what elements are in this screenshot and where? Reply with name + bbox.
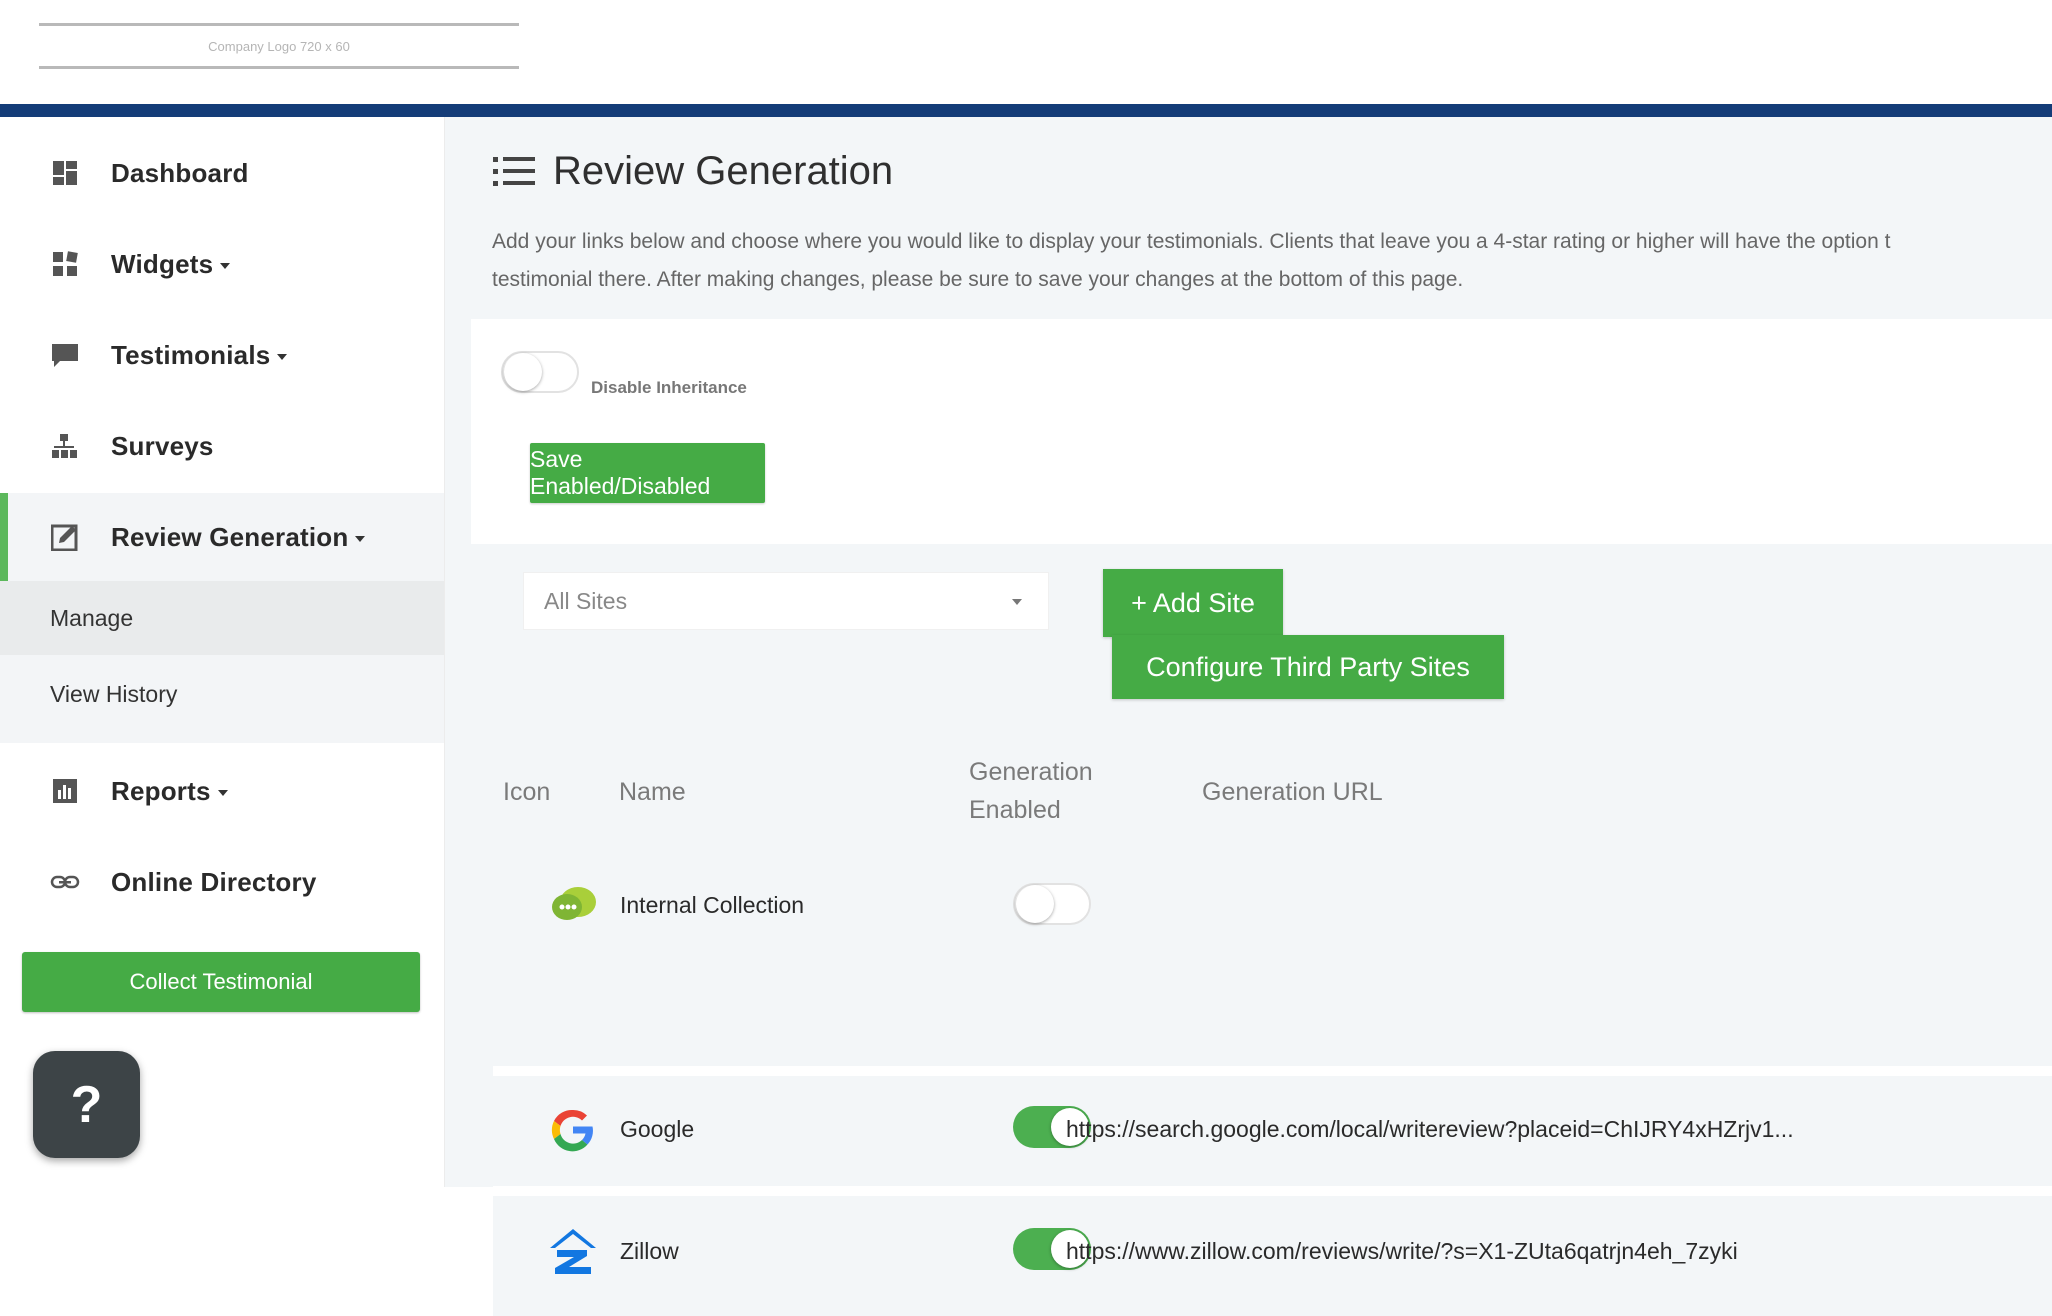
caret-down-icon — [217, 789, 228, 796]
sidebar-item-online-directory[interactable]: Online Directory — [0, 838, 444, 926]
submenu-item-manage[interactable]: Manage — [0, 581, 444, 655]
logo-placeholder-text: Company Logo 720 x 60 — [208, 38, 350, 54]
main-content: Review Generation Add your links below a… — [445, 117, 2052, 1316]
sidebar-item-label: Online Directory — [111, 866, 317, 897]
sidebar-item-label-text: Reports — [111, 775, 211, 806]
sitemap-icon — [50, 431, 80, 461]
zillow-logo-icon — [550, 1229, 596, 1274]
table-row: Zillow https://www.zillow.com/reviews/wr… — [493, 1196, 2052, 1316]
sidebar-item-reports[interactable]: Reports — [0, 747, 444, 835]
page-description: Add your links below and choose where yo… — [492, 223, 2052, 299]
site-filter-select[interactable]: All Sites — [523, 572, 1049, 630]
review-generation-submenu: Manage View History — [0, 581, 444, 743]
help-button[interactable]: ? — [33, 1051, 140, 1158]
site-name: Google — [620, 1116, 695, 1142]
page-title: Review Generation — [553, 149, 894, 193]
description-line-1: Add your links below and choose where yo… — [492, 230, 1891, 253]
toggle-knob — [504, 353, 542, 391]
add-site-button[interactable]: + Add Site — [1103, 569, 1283, 637]
page-header: Review Generation — [493, 149, 893, 194]
table-row: Google https://search.google.com/local/w… — [493, 1076, 2052, 1186]
header-line-1: Generation — [969, 758, 1093, 786]
sidebar: Dashboard Widgets Testimonials Surveys R… — [0, 117, 445, 1187]
header-accent-bar — [0, 104, 2052, 117]
sidebar-item-label: Reports — [111, 776, 228, 807]
sidebar-item-label: Surveys — [111, 430, 214, 461]
chevron-down-icon — [1012, 599, 1022, 605]
sidebar-item-label-text: Review Generation — [111, 521, 349, 552]
configure-third-party-sites-button[interactable]: Configure Third Party Sites — [1112, 635, 1504, 699]
save-enabled-disabled-button[interactable]: Save Enabled/Disabled — [530, 443, 765, 503]
site-name: Internal Collection — [620, 892, 805, 918]
submenu-item-label: Manage — [50, 604, 134, 631]
google-logo-icon — [551, 1109, 593, 1152]
disable-inheritance-label: Disable Inheritance — [591, 378, 747, 397]
sidebar-item-label: Dashboard — [111, 157, 249, 188]
sidebar-item-label: Review Generation — [111, 521, 366, 553]
sidebar-item-label: Testimonials — [111, 339, 288, 371]
sidebar-item-widgets[interactable]: Widgets — [0, 220, 444, 308]
company-logo[interactable]: Company Logo 720 x 60 — [39, 23, 519, 69]
row-divider — [493, 1186, 2052, 1196]
column-header-icon: Icon — [503, 778, 551, 806]
sidebar-item-label-text: Widgets — [111, 248, 214, 279]
widgets-icon — [50, 249, 80, 279]
collect-testimonial-button[interactable]: Collect Testimonial — [22, 952, 420, 1012]
link-icon — [50, 867, 80, 897]
column-header-name: Name — [619, 778, 686, 806]
sidebar-item-label: Widgets — [111, 248, 231, 280]
row-divider — [493, 1066, 2052, 1076]
list-icon — [493, 156, 535, 186]
caret-down-icon — [277, 353, 288, 360]
sidebar-item-dashboard[interactable]: Dashboard — [0, 129, 444, 217]
dashboard-icon — [50, 158, 80, 188]
chat-icon — [50, 340, 80, 370]
edit-icon — [50, 522, 80, 552]
submenu-item-label: View History — [50, 680, 178, 707]
submenu-item-view-history[interactable]: View History — [0, 657, 444, 731]
sidebar-item-review-generation[interactable]: Review Generation — [0, 493, 444, 581]
generation-enabled-toggle[interactable] — [1013, 883, 1091, 925]
bar-chart-icon — [50, 776, 80, 806]
caret-down-icon — [220, 262, 231, 269]
disable-inheritance-toggle[interactable] — [501, 351, 579, 393]
toggle-knob — [1016, 885, 1054, 923]
site-filter-value: All Sites — [544, 587, 628, 614]
description-line-2: testimonial there. After making changes,… — [492, 268, 1464, 291]
table-row: Internal Collection — [493, 848, 2052, 966]
inheritance-panel: Disable Inheritance Save Enabled/Disable… — [471, 319, 2052, 544]
sidebar-item-surveys[interactable]: Surveys — [0, 402, 444, 490]
internal-collection-icon — [552, 887, 596, 920]
generation-url[interactable]: https://search.google.com/local/writerev… — [1066, 1116, 1794, 1143]
site-name: Zillow — [620, 1238, 679, 1264]
top-header: Company Logo 720 x 60 — [0, 0, 2052, 104]
caret-down-icon — [355, 535, 366, 542]
column-header-generation-url: Generation URL — [1202, 778, 1383, 806]
sidebar-item-label-text: Testimonials — [111, 339, 271, 370]
sidebar-item-testimonials[interactable]: Testimonials — [0, 311, 444, 399]
header-line-2: Enabled — [969, 796, 1061, 824]
generation-url[interactable]: https://www.zillow.com/reviews/write/?s=… — [1066, 1238, 1738, 1265]
column-header-generation-enabled: Generation Enabled — [969, 753, 1093, 829]
